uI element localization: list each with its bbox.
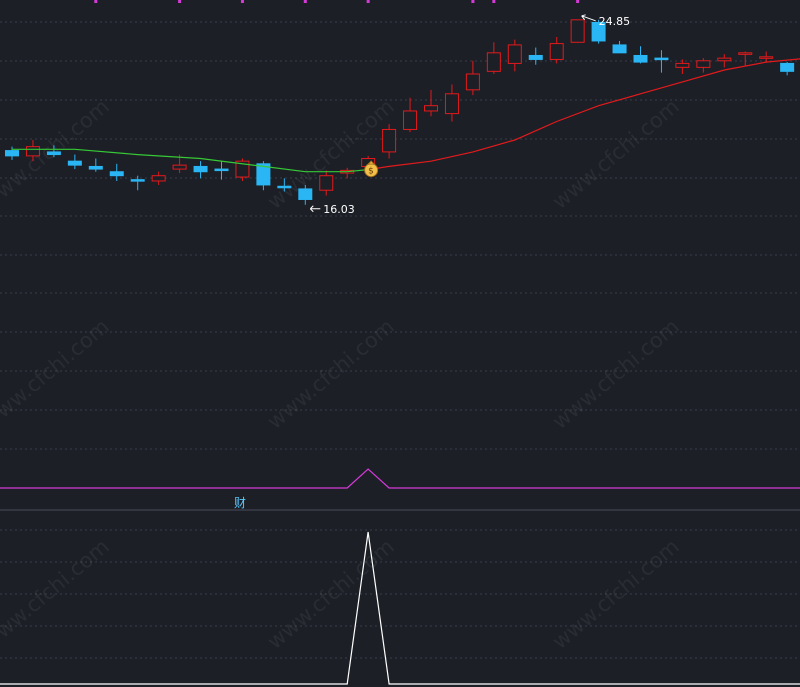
top-marker-dot <box>576 0 580 3</box>
candle-body <box>382 128 397 153</box>
candle-body <box>298 188 313 200</box>
candle-body <box>193 165 208 173</box>
high-price-label: 24.85 <box>599 15 631 28</box>
candle-body <box>507 44 522 64</box>
candle-body <box>88 165 103 170</box>
candle-body <box>780 62 795 72</box>
top-marker-dot <box>178 0 182 3</box>
candle-body <box>46 151 61 156</box>
candle-body <box>109 171 124 177</box>
candle-body <box>424 105 438 112</box>
top-marker-dot <box>240 0 244 3</box>
candle-body <box>172 164 187 170</box>
candle-body <box>151 175 166 182</box>
candle-body <box>675 62 690 68</box>
chart-background <box>0 0 800 687</box>
candle-body <box>633 54 648 63</box>
candle-body <box>528 54 543 60</box>
top-marker-dot <box>303 0 307 3</box>
candle-body <box>130 179 145 182</box>
candle-body <box>25 146 40 157</box>
candle-body <box>612 44 627 54</box>
indicator-panel-label: 财 <box>234 496 246 510</box>
candle-body <box>277 185 292 189</box>
candle-body <box>696 60 711 68</box>
candle-body <box>570 19 585 43</box>
candle-body <box>5 150 19 157</box>
low-price-label: 16.03 <box>323 203 355 216</box>
candle-body <box>717 57 732 62</box>
candle-body <box>759 56 774 59</box>
candle-body <box>67 160 82 166</box>
top-marker-dot <box>366 0 370 3</box>
candle-body <box>486 52 501 72</box>
candle-body <box>465 73 480 91</box>
candle[interactable] <box>570 19 585 43</box>
candle-body <box>549 43 564 60</box>
top-marker-dot <box>471 0 475 3</box>
candle-body <box>403 110 418 130</box>
candle-body <box>738 52 753 55</box>
svg-text:$: $ <box>368 167 374 177</box>
candle-body <box>444 93 459 115</box>
candle-body <box>654 57 669 61</box>
top-marker-dot <box>492 0 496 3</box>
candle-body <box>319 175 334 191</box>
candle-body <box>214 168 229 172</box>
chart-root: www.cfchi.com www.cfchi.comwww.cfchi.com w… <box>0 0 800 687</box>
top-marker-dot <box>94 0 98 3</box>
